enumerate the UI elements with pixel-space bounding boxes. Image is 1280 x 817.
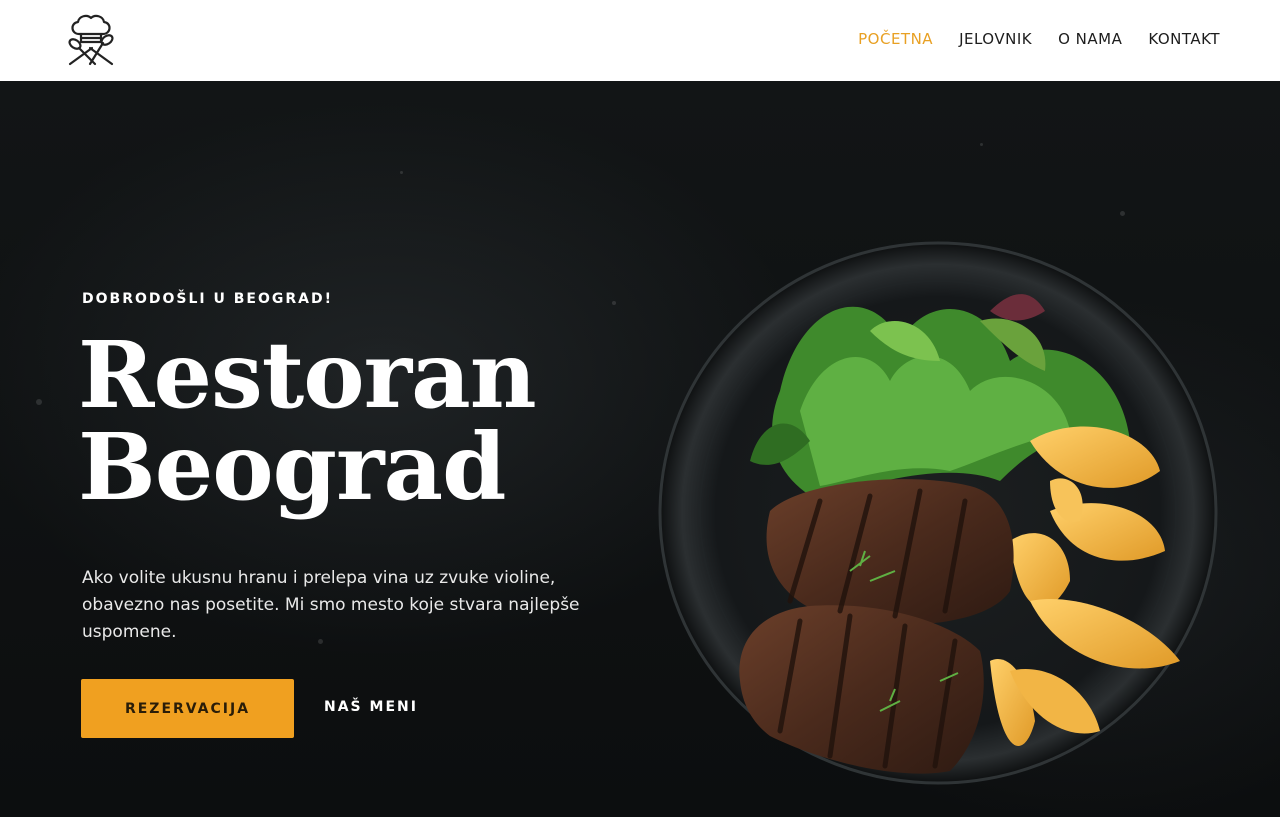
hero-title: Restoran Beograd xyxy=(78,321,537,521)
our-menu-link[interactable]: NAŠ MENI xyxy=(324,699,418,715)
hero-title-line2: Beograd xyxy=(78,413,506,521)
background-speck xyxy=(612,301,616,305)
hero-section: DOBRODOŠLI U BEOGRAD! Restoran Beograd A… xyxy=(0,81,1280,817)
background-speck xyxy=(1120,211,1125,216)
nav-item-pocetna[interactable]: POČETNA xyxy=(858,30,933,48)
nav-item-jelovnik[interactable]: JELOVNIK xyxy=(959,30,1032,48)
chef-hat-utensils-icon[interactable] xyxy=(62,12,120,68)
background-speck xyxy=(980,143,983,146)
reservation-button[interactable]: REZERVACIJA xyxy=(81,679,294,738)
background-speck xyxy=(400,171,403,174)
background-speck xyxy=(36,399,42,405)
hero-description: Ako volite ukusnu hranu i prelepa vina u… xyxy=(82,568,580,642)
main-nav: POČETNA JELOVNIK O NAMA KONTAKT xyxy=(858,0,1220,78)
page: POČETNA JELOVNIK O NAMA KONTAKT DOBRODOŠ… xyxy=(0,0,1280,817)
hero-kicker: DOBRODOŠLI U BEOGRAD! xyxy=(82,291,333,307)
site-header: POČETNA JELOVNIK O NAMA KONTAKT xyxy=(0,0,1280,81)
nav-item-o-nama[interactable]: O NAMA xyxy=(1058,30,1122,48)
hero-title-line1: Restoran xyxy=(78,321,537,429)
nav-item-kontakt[interactable]: KONTAKT xyxy=(1148,30,1220,48)
steak-plate-image xyxy=(650,241,1230,801)
